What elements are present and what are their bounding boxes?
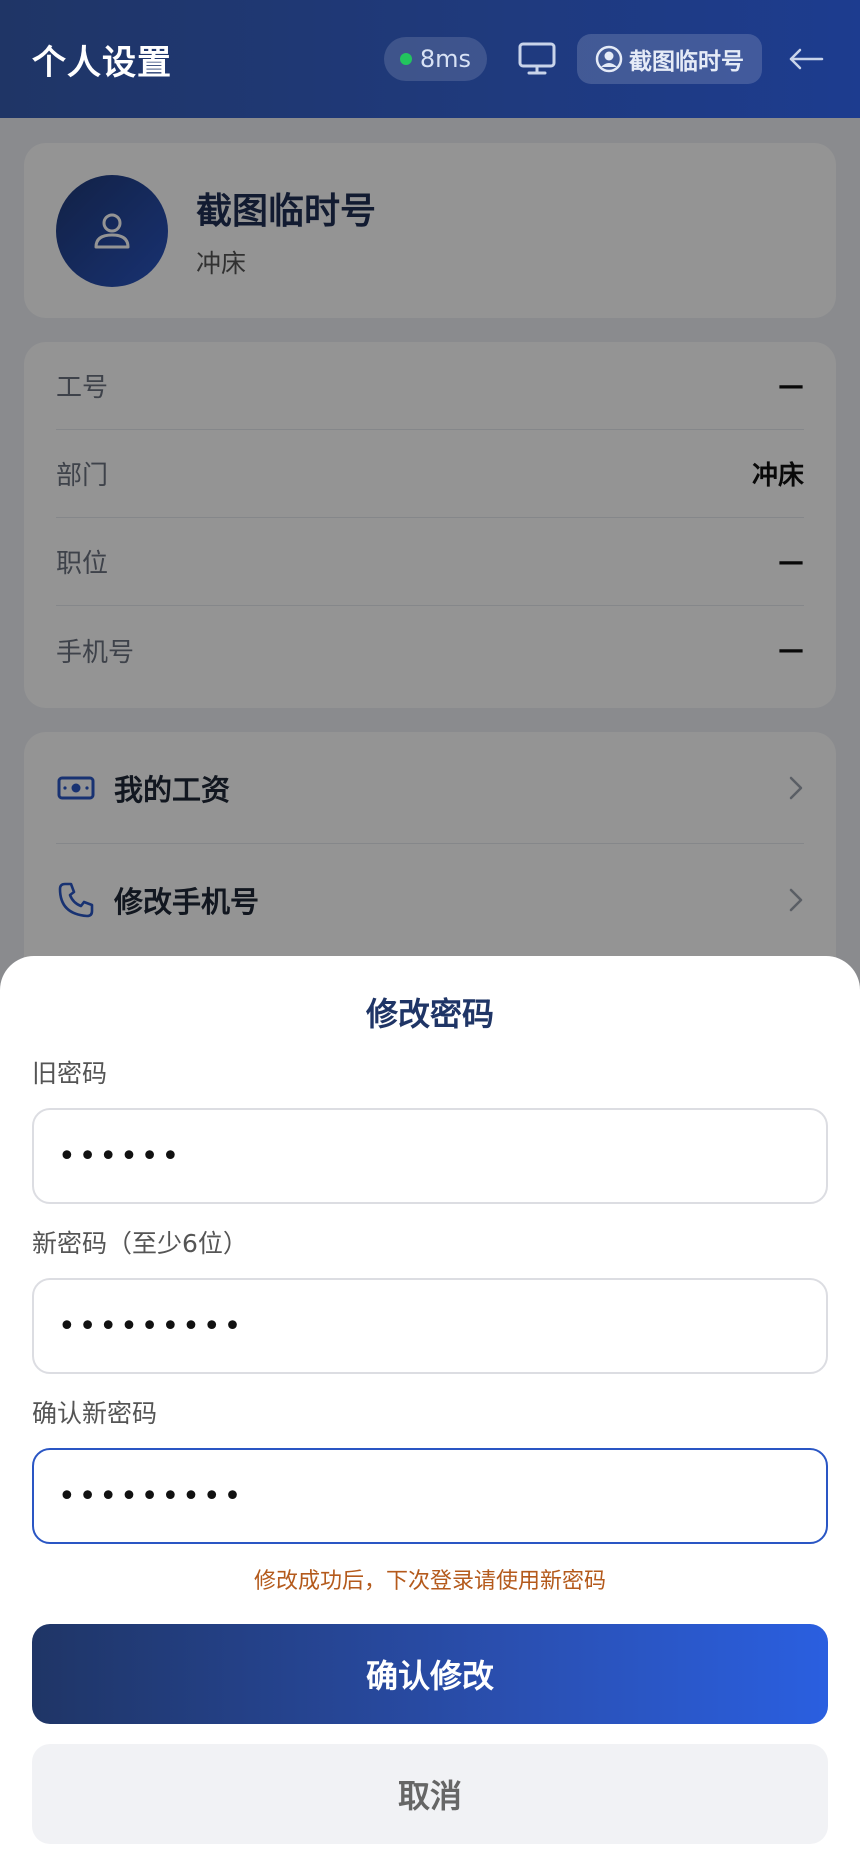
- status-dot-icon: [399, 53, 412, 65]
- arrow-left-icon: [789, 48, 824, 70]
- latency-value: 8ms: [419, 45, 471, 73]
- new-password-label: 新密码（至少6位）: [32, 1229, 248, 1258]
- password-hint: 修改成功后，下次登录请使用新密码: [253, 1569, 606, 1594]
- confirm-password-label: 确认新密码: [32, 1399, 158, 1428]
- old-password-input[interactable]: [32, 1108, 828, 1204]
- back-button[interactable]: [784, 37, 828, 81]
- monitor-icon: [518, 42, 556, 75]
- confirm-password-input[interactable]: [32, 1448, 828, 1544]
- latency-badge: 8ms: [383, 37, 487, 81]
- page-title: 个人设置: [32, 42, 172, 83]
- user-circle-icon: [595, 45, 623, 73]
- monitor-button[interactable]: [515, 37, 559, 81]
- sheet-title: 修改密码: [365, 995, 494, 1033]
- header-actions: 8ms 截图临时号: [383, 34, 828, 84]
- change-password-sheet: 修改密码 旧密码 新密码（至少6位） 确认新密码 修改成功后，下次登录请使用新密…: [0, 956, 860, 1864]
- user-chip-name: 截图临时号: [629, 49, 744, 75]
- old-password-label: 旧密码: [32, 1059, 108, 1088]
- app-header: 个人设置 8ms 截图临时号: [0, 0, 860, 118]
- new-password-input[interactable]: [32, 1278, 828, 1374]
- cancel-button[interactable]: 取消: [32, 1744, 828, 1844]
- confirm-button[interactable]: 确认修改: [32, 1624, 828, 1724]
- user-chip[interactable]: 截图临时号: [577, 34, 762, 84]
